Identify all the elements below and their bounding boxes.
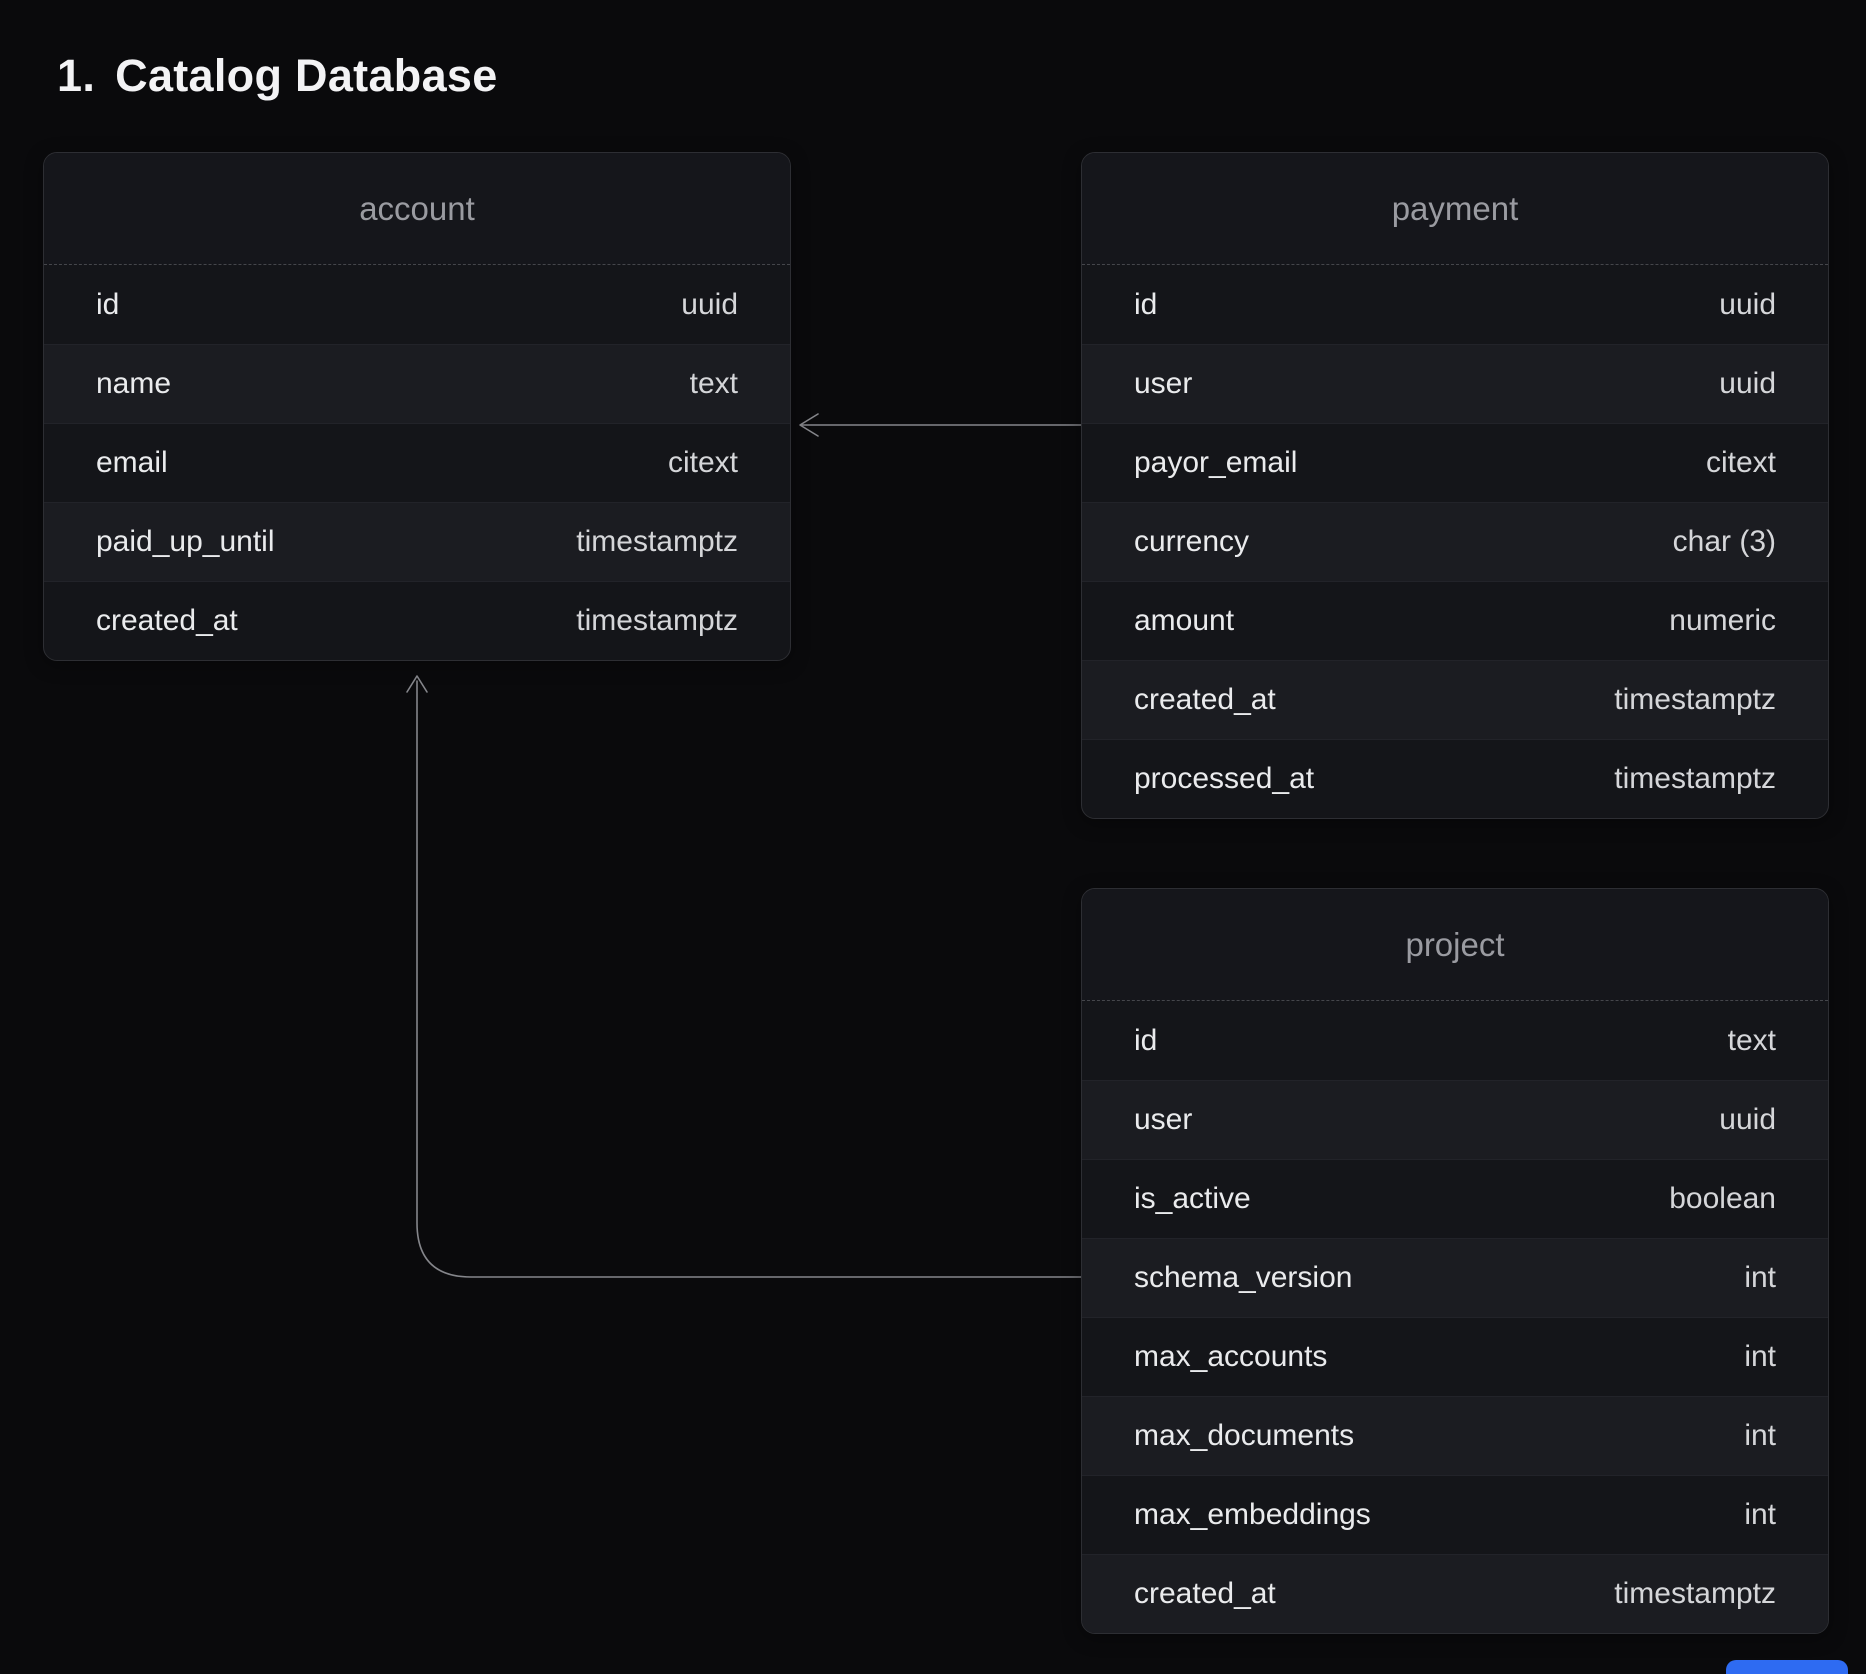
table-row: created_at timestamptz [1082, 1554, 1828, 1633]
field-name: id [1134, 288, 1157, 322]
page-title-number: 1. [57, 50, 95, 102]
table-row: max_embeddings int [1082, 1475, 1828, 1554]
field-name: created_at [1134, 683, 1276, 717]
field-type: citext [1706, 446, 1776, 480]
field-name: currency [1134, 525, 1249, 559]
page-title-label: Catalog Database [115, 50, 497, 102]
field-type: text [690, 367, 738, 401]
field-name: id [96, 288, 119, 322]
table-row: id text [1082, 1001, 1828, 1080]
field-type: uuid [1719, 367, 1776, 401]
table-account-rows: id uuid name text email citext paid_up_u… [44, 265, 790, 660]
table-row: is_active boolean [1082, 1159, 1828, 1238]
field-type: uuid [1719, 288, 1776, 322]
field-name: user [1134, 367, 1192, 401]
field-name: name [96, 367, 171, 401]
table-row: max_accounts int [1082, 1317, 1828, 1396]
table-row: payor_email citext [1082, 423, 1828, 502]
diagram-canvas: 1. Catalog Database account id uuid name… [0, 0, 1866, 1674]
field-name: processed_at [1134, 762, 1314, 796]
field-type: timestamptz [576, 604, 738, 638]
field-type: citext [668, 446, 738, 480]
field-type: timestamptz [1614, 1577, 1776, 1611]
table-row: processed_at timestamptz [1082, 739, 1828, 818]
field-name: amount [1134, 604, 1234, 638]
field-type: numeric [1669, 604, 1776, 638]
field-type: uuid [681, 288, 738, 322]
field-type: char (3) [1673, 525, 1776, 559]
field-name: created_at [1134, 1577, 1276, 1611]
field-type: timestamptz [1614, 762, 1776, 796]
field-name: created_at [96, 604, 238, 638]
table-row: paid_up_until timestamptz [44, 502, 790, 581]
field-name: max_documents [1134, 1419, 1354, 1453]
field-name: user [1134, 1103, 1192, 1137]
field-type: timestamptz [576, 525, 738, 559]
table-project-title: project [1082, 889, 1828, 1001]
table-row: schema_version int [1082, 1238, 1828, 1317]
table-row: id uuid [44, 265, 790, 344]
table-row: name text [44, 344, 790, 423]
field-name: id [1134, 1024, 1157, 1058]
table-row: email citext [44, 423, 790, 502]
field-name: paid_up_until [96, 525, 275, 559]
table-row: created_at timestamptz [1082, 660, 1828, 739]
field-name: max_accounts [1134, 1340, 1327, 1374]
field-type: int [1744, 1498, 1776, 1532]
field-name: email [96, 446, 168, 480]
table-row: user uuid [1082, 1080, 1828, 1159]
table-row: id uuid [1082, 265, 1828, 344]
field-type: int [1744, 1419, 1776, 1453]
page-title: 1. Catalog Database [57, 50, 498, 102]
field-name: payor_email [1134, 446, 1297, 480]
table-row: created_at timestamptz [44, 581, 790, 660]
field-type: text [1728, 1024, 1776, 1058]
field-type: timestamptz [1614, 683, 1776, 717]
fk-project-to-account-arrowhead [407, 676, 427, 692]
field-type: int [1744, 1261, 1776, 1295]
table-project[interactable]: project id text user uuid is_active bool… [1081, 888, 1829, 1634]
field-name: is_active [1134, 1182, 1251, 1216]
table-project-rows: id text user uuid is_active boolean sche… [1082, 1001, 1828, 1633]
table-row: max_documents int [1082, 1396, 1828, 1475]
table-row: currency char (3) [1082, 502, 1828, 581]
fk-project-to-account-line [417, 681, 1081, 1277]
table-account-title: account [44, 153, 790, 265]
field-type: int [1744, 1340, 1776, 1374]
table-payment-title: payment [1082, 153, 1828, 265]
fk-payment-to-account-arrowhead [800, 414, 818, 436]
table-account[interactable]: account id uuid name text email citext p… [43, 152, 791, 661]
table-payment[interactable]: payment id uuid user uuid payor_email ci… [1081, 152, 1829, 819]
field-type: uuid [1719, 1103, 1776, 1137]
field-type: boolean [1669, 1182, 1776, 1216]
bottom-right-blue-element[interactable] [1726, 1660, 1848, 1674]
table-row: user uuid [1082, 344, 1828, 423]
field-name: max_embeddings [1134, 1498, 1371, 1532]
table-row: amount numeric [1082, 581, 1828, 660]
field-name: schema_version [1134, 1261, 1352, 1295]
table-payment-rows: id uuid user uuid payor_email citext cur… [1082, 265, 1828, 818]
